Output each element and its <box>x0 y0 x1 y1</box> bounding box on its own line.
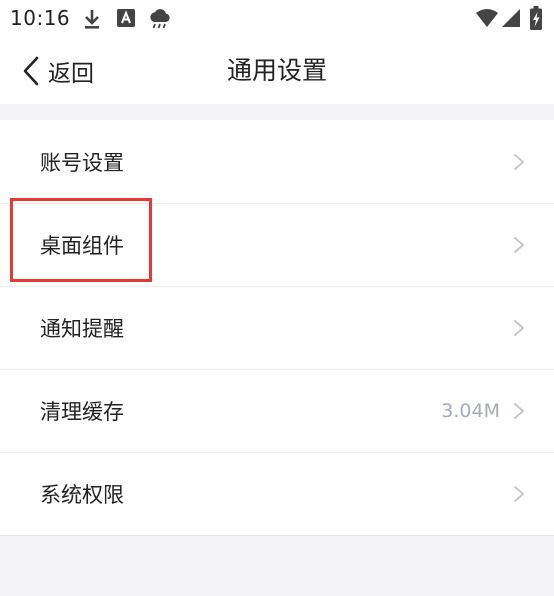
wifi-icon <box>476 9 498 31</box>
header-bar: 返回 通用设置 <box>0 38 554 104</box>
page-title: 通用设置 <box>226 56 327 85</box>
settings-item-account[interactable]: 账号设置 <box>0 120 554 203</box>
status-bar: 10:16 <box>0 0 554 38</box>
chevron-right-icon <box>514 236 524 253</box>
settings-item-system-permissions[interactable]: 系统权限 <box>0 452 554 535</box>
settings-item-notifications[interactable]: 通知提醒 <box>0 286 554 369</box>
keyboard-a-icon <box>116 8 136 32</box>
settings-screen: 10:16 返回 通用设置 账号设置 桌面组件 通知提醒 清理缓存 3.04M … <box>0 0 554 596</box>
settings-item-label: 通知提醒 <box>40 316 124 341</box>
rain-cloud-icon <box>148 8 172 34</box>
settings-item-label: 系统权限 <box>40 482 124 507</box>
battery-charging-icon <box>530 6 542 34</box>
settings-item-clear-cache[interactable]: 清理缓存 3.04M <box>0 369 554 452</box>
chevron-right-icon <box>514 402 524 419</box>
chevron-right-icon <box>514 485 524 502</box>
settings-list: 账号设置 桌面组件 通知提醒 清理缓存 3.04M 系统权限 <box>0 120 554 536</box>
chevron-right-icon <box>514 319 524 336</box>
settings-item-label: 账号设置 <box>40 150 124 175</box>
status-time: 10:16 <box>10 6 71 30</box>
chevron-right-icon <box>514 153 524 170</box>
cache-size-value: 3.04M <box>441 399 500 422</box>
settings-item-label: 桌面组件 <box>40 233 124 258</box>
settings-item-label: 清理缓存 <box>40 399 124 424</box>
signal-icon <box>502 9 520 31</box>
settings-item-desktop-widget[interactable]: 桌面组件 <box>0 203 554 286</box>
download-icon <box>82 8 102 34</box>
section-divider <box>0 104 554 120</box>
